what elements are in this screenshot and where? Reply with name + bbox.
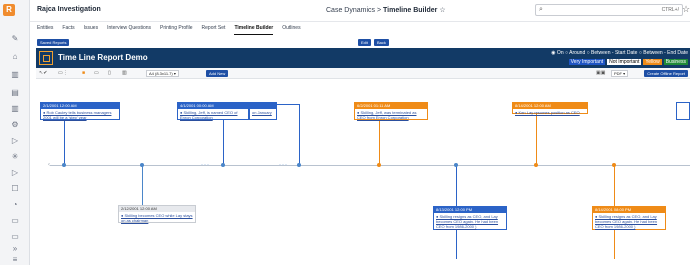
timeline-dot[interactable] [377, 163, 381, 167]
search-shortcut: CTRL+/ [661, 7, 679, 13]
event-text[interactable]: ● Skilling, Jeff, is named CEO of Enron … [178, 109, 248, 121]
color-icon[interactable]: ■ [82, 70, 85, 77]
event-card[interactable]: 8/13/2001 12:00 PM ● Skilling resigns as… [433, 206, 507, 230]
page-icon[interactable]: ▯ [108, 70, 111, 77]
tab-bar: Entities Facts Issues Interview Question… [37, 25, 301, 35]
breadcrumb: Case Dynamics > Timeline Builder ☆ [326, 6, 446, 14]
search-input[interactable]: ⌕ CTRL+/ [535, 4, 683, 16]
event-card[interactable]: 8/14/2001 08:00 PM ● Skilling resigns as… [592, 206, 666, 230]
tab-issues[interactable]: Issues [84, 25, 98, 35]
report-icon [39, 51, 53, 65]
more-indicator: ··· [201, 162, 210, 168]
legend-very-important: Very Important [568, 59, 606, 65]
tab-outlines[interactable]: Outlines [282, 25, 300, 35]
document-icon[interactable]: ▤ [8, 88, 22, 98]
timeline-canvas[interactable]: ‹ ··· ··· 2/1/2001 12:00 AM ● Rob Cauley… [36, 80, 690, 265]
chart-icon[interactable]: ▥ [8, 104, 22, 114]
save-icon[interactable]: ▣▣ [596, 70, 605, 77]
tab-printing-profile[interactable]: Printing Profile [160, 25, 193, 35]
label-icon[interactable]: ▷ [8, 136, 22, 146]
folder-icon[interactable]: ▭ [8, 216, 22, 226]
app-title: Rajca Investigation [37, 6, 101, 13]
connector [276, 104, 300, 105]
tab-interview-questions[interactable]: Interview Questions [107, 25, 151, 35]
left-sidebar: R ✎ ⌂ ▥ ▤ ▥ ⚙ ▷ ✳ ▷ ☐ ◔ ▭ ▭ » ≡ [0, 0, 30, 265]
favorite-star-icon[interactable]: ☆ [439, 7, 445, 14]
app-logo-icon[interactable]: R [3, 4, 15, 16]
tag-outline-icon[interactable]: ▷ [8, 168, 22, 178]
event-card[interactable]: on January [249, 102, 277, 120]
tab-entities[interactable]: Entities [37, 25, 53, 35]
event-text[interactable]: ● Ken Lay resumes position as CEO [513, 109, 587, 116]
breadcrumb-separator: > [376, 7, 382, 14]
event-text[interactable]: ● Skilling, Jeff, was terminated as CEO … [355, 109, 427, 121]
format-select[interactable]: PDF ▾ [611, 70, 629, 77]
history-icon[interactable]: ◔ [8, 200, 22, 210]
page-header: Saved Reports Edit Back [30, 36, 690, 48]
timeline-dot[interactable] [534, 163, 538, 167]
legend-not-important: Not Important [607, 59, 642, 65]
legend-business: Business [663, 59, 688, 65]
event-card-partial[interactable] [676, 102, 690, 120]
connector [536, 110, 537, 165]
event-text[interactable]: ● Skilling resigns as CEO, and Lay becom… [434, 213, 506, 230]
menu-icon[interactable]: ≡ [8, 255, 22, 265]
tab-report-set[interactable]: Report Set [202, 25, 226, 35]
breadcrumb-current: Timeline Builder [383, 7, 438, 14]
favorites-icon[interactable]: ☆ [682, 4, 690, 15]
timeline-dot[interactable] [221, 163, 225, 167]
tag-icon[interactable]: ⌂ [8, 52, 22, 62]
edit-icon[interactable]: ✎ [8, 34, 22, 44]
back-button[interactable]: Back [374, 39, 389, 46]
timeline-dot[interactable] [454, 163, 458, 167]
timeline-start-arrow: ‹ [48, 162, 50, 168]
legend: Very Important Not Important Yellow Busi… [568, 59, 688, 65]
event-card[interactable]: 8/14/2001 12:00 AM ● Ken Lay resumes pos… [512, 102, 588, 116]
folder-open-icon[interactable]: ▭ [8, 232, 22, 242]
list-icon[interactable]: ☐ [8, 184, 22, 194]
bar-chart-icon[interactable]: ▥ [8, 70, 22, 80]
tab-timeline-builder[interactable]: Timeline Builder [234, 25, 274, 35]
top-bar: Rajca Investigation Case Dynamics > Time… [30, 0, 690, 22]
page-size-select[interactable]: A4 (8.3x11.7) ▾ [146, 70, 179, 77]
event-card[interactable]: 2/12/2001 12:00 AM ● Skilling becomes CE… [118, 205, 196, 223]
align-icon[interactable]: ▭⋮ [58, 70, 68, 77]
event-card[interactable]: 2/1/2001 12:00 AM ● Rob Cauley tells bus… [40, 102, 120, 120]
connector [299, 104, 300, 165]
event-text[interactable]: ● Skilling resigns as CEO, and Lay becom… [593, 213, 665, 230]
network-icon[interactable]: ✳ [8, 152, 22, 162]
legend-yellow: Yellow [643, 59, 662, 65]
create-offline-report-button[interactable]: Create Offline Report [644, 70, 688, 77]
search-icon: ⌕ [539, 6, 543, 13]
select-tool-icon[interactable]: ↖✔ [39, 70, 47, 77]
tab-facts[interactable]: Facts [62, 25, 74, 35]
edit-button[interactable]: Edit [358, 39, 371, 46]
settings-icon[interactable]: ⚙ [8, 120, 22, 130]
report-toolbar: ↖✔ ▭⋮ ■ ▭ ▯ ▥ A4 (8.3x11.7) ▾ Add New ▣▣… [36, 68, 690, 79]
breadcrumb-parent[interactable]: Case Dynamics [326, 7, 375, 14]
expand-icon[interactable]: » [8, 244, 22, 254]
saved-reports-button[interactable]: Saved Reports [37, 39, 70, 46]
date-mode-options[interactable]: ◉ On ○ Around ○ Between - Start Date ○ B… [551, 50, 688, 56]
add-new-button[interactable]: Add New [206, 70, 229, 77]
report-header: Time Line Report Demo ◉ On ○ Around ○ Be… [36, 48, 690, 68]
timeline-axis [50, 165, 690, 166]
timeline-dot[interactable] [140, 163, 144, 167]
more-indicator: ··· [279, 162, 288, 168]
timeline-dot[interactable] [297, 163, 301, 167]
event-card[interactable]: 4/1/2001 00:00 AM ● Skilling, Jeff, is n… [177, 102, 249, 120]
event-text[interactable]: ● Rob Cauley tells business managers 200… [41, 109, 119, 121]
grid-icon[interactable]: ▥ [122, 70, 127, 77]
event-card[interactable]: 6/2/2001 01:11 AM ● Skilling, Jeff, was … [354, 102, 428, 120]
layout-icon[interactable]: ▭ [94, 70, 99, 77]
event-text[interactable]: on January [250, 109, 276, 116]
event-text[interactable]: ● Skilling becomes CEO while Lay stays o… [119, 212, 195, 224]
timeline-dot[interactable] [62, 163, 66, 167]
report-title: Time Line Report Demo [58, 53, 148, 62]
timeline-dot[interactable] [612, 163, 616, 167]
